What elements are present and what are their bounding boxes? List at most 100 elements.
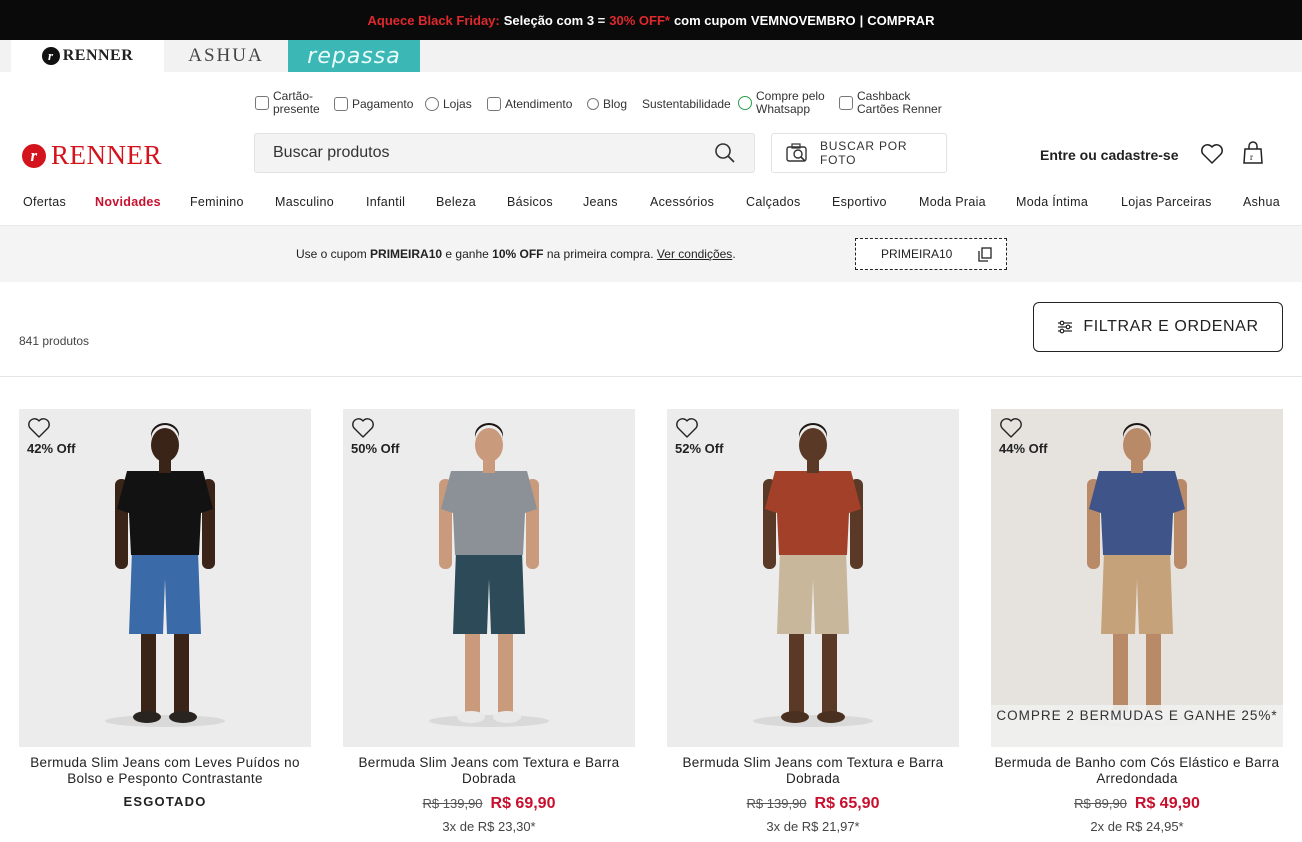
promo-highlight: Aquece Black Friday: [367, 12, 500, 28]
utility-pagamento[interactable]: Pagamento [334, 97, 413, 111]
nav-moda-praia[interactable]: Moda Praia [919, 195, 986, 209]
nav-masculino[interactable]: Masculino [275, 195, 334, 209]
favorite-heart-icon[interactable] [675, 417, 699, 439]
nav-lojas-parceiras[interactable]: Lojas Parceiras [1121, 195, 1212, 209]
brand-tab-ashua[interactable]: ASHUA [164, 40, 288, 72]
price-row: R$ 89,90 R$ 49,90 [991, 795, 1283, 813]
shopping-bag-icon[interactable]: r [1241, 141, 1265, 165]
product-card[interactable]: 52% Off Bermuda Slim Jeans com Textura e… [667, 409, 959, 834]
floor-shadow [753, 715, 873, 727]
product-name[interactable]: Bermuda Slim Jeans com Leves Puídos no B… [19, 755, 311, 787]
promo-text: Seleção com 3 = [503, 12, 606, 28]
copy-icon [978, 246, 992, 262]
installments: 2x de R$ 24,95* [1090, 819, 1184, 834]
discount-badge: 42% Off [27, 441, 76, 456]
nav-novidades[interactable]: Novidades [95, 195, 161, 209]
favorite-heart-icon[interactable] [999, 417, 1023, 439]
promo-code: VEMNOVEMBRO [750, 12, 856, 28]
search-icon[interactable] [714, 142, 736, 164]
installments: 3x de R$ 23,30* [442, 819, 536, 834]
product-card[interactable]: 42% Off Bermuda Slim Jeans com Leves Puí… [19, 409, 311, 809]
product-model-illustration [753, 423, 873, 727]
nav-ashua[interactable]: Ashua [1243, 195, 1280, 209]
photo-search-button[interactable]: BUSCAR POR FOTO [771, 133, 947, 173]
utility-sustentabilidade[interactable]: Sustentabilidade [642, 97, 731, 111]
coupon-banner: Use o cupom PRIMEIRA10 e ganhe 10% OFF n… [0, 226, 1302, 282]
floor-shadow [429, 715, 549, 727]
nav-jeans[interactable]: Jeans [583, 195, 618, 209]
nav-infantil[interactable]: Infantil [366, 195, 405, 209]
utility-blog[interactable]: Blog [587, 97, 627, 111]
nav-ofertas[interactable]: Ofertas [23, 195, 66, 209]
renner-logo-icon: r [22, 143, 46, 168]
coupon-discount: 10% OFF [492, 247, 544, 261]
coupon-dot: . [732, 247, 736, 261]
product-name[interactable]: Bermuda Slim Jeans com Textura e Barra D… [667, 755, 959, 787]
utility-atendimento[interactable]: Atendimento [487, 97, 572, 111]
right-shoe [169, 711, 197, 723]
favorite-heart-icon[interactable] [351, 417, 375, 439]
product-card[interactable]: 44% Off COMPRE 2 BERMUDAS E GANHE 25%* B… [991, 409, 1283, 834]
shirt [441, 471, 537, 555]
price-row: R$ 139,90 R$ 69,90 [343, 795, 635, 813]
promo-overlay: COMPRE 2 BERMUDAS E GANHE 25%* [991, 705, 1283, 747]
search-input[interactable] [273, 144, 714, 162]
promo-text-2: com cupom [673, 12, 747, 28]
floor-shadow [105, 715, 225, 727]
promo-separator: | [859, 12, 864, 28]
product-name[interactable]: Bermuda Slim Jeans com Textura e Barra D… [343, 755, 635, 787]
location-icon [425, 97, 439, 111]
price-row: R$ 139,90 R$ 65,90 [667, 795, 959, 813]
right-leg [174, 634, 189, 714]
filter-sort-label: FILTRAR E ORDENAR [1083, 318, 1259, 335]
filter-sort-button[interactable]: FILTRAR E ORDENAR [1033, 302, 1283, 352]
product-image[interactable]: 44% Off COMPRE 2 BERMUDAS E GANHE 25%* [991, 409, 1283, 747]
whatsapp-line-2: Whatsapp [756, 102, 811, 116]
nav-acessorios[interactable]: Acessórios [650, 195, 714, 209]
utility-blog-label: Blog [603, 97, 628, 111]
discount-badge: 52% Off [675, 441, 724, 456]
whatsapp-line-1: Compre pelo [756, 89, 825, 103]
copy-coupon-button[interactable]: PRIMEIRA10 [855, 238, 1007, 270]
sale-price: R$ 49,90 [1134, 795, 1200, 812]
login-link[interactable]: Entre ou cadastre-se [1040, 147, 1179, 163]
card-icon [839, 96, 853, 110]
nav-calcados[interactable]: Calçados [746, 195, 801, 209]
nav-feminino[interactable]: Feminino [190, 195, 244, 209]
utility-cashback[interactable]: Cashback Cartões Renner [839, 90, 942, 116]
utility-whatsapp[interactable]: Compre pelo Whatsapp [738, 90, 825, 116]
cartao-line-1: Cartão- [273, 89, 314, 103]
nav-moda-intima[interactable]: Moda Íntima [1016, 195, 1088, 209]
right-leg [822, 634, 837, 714]
nav-beleza[interactable]: Beleza [436, 195, 476, 209]
payment-icon [334, 97, 348, 111]
product-model-illustration [429, 423, 549, 727]
nav-basicos[interactable]: Básicos [507, 195, 553, 209]
utility-lojas[interactable]: Lojas [425, 97, 472, 111]
product-image[interactable]: 42% Off [19, 409, 311, 747]
head [151, 428, 179, 462]
product-card[interactable]: 50% Off Bermuda Slim Jeans com Textura e… [343, 409, 635, 834]
coupon-code-inline: PRIMEIRA10 [370, 247, 443, 261]
coupon-text-2: e ganhe [445, 247, 489, 261]
promo-cta[interactable]: COMPRAR [867, 13, 934, 28]
utility-links: Cartão- presente Pagamento Lojas Atendim… [0, 86, 1302, 122]
brand-tab-repassa[interactable]: repassa [288, 40, 420, 72]
sale-price: R$ 69,90 [490, 795, 556, 812]
product-image[interactable]: 52% Off [667, 409, 959, 747]
old-price: R$ 139,90 [422, 796, 483, 811]
promo-bar[interactable]: Aquece Black Friday: Seleção com 3 = 30%… [0, 0, 1302, 40]
renner-logo[interactable]: r RENNER [22, 140, 162, 171]
product-image[interactable]: 50% Off [343, 409, 635, 747]
shorts [777, 551, 849, 634]
sold-out-label: ESGOTADO [123, 794, 207, 809]
favorite-heart-icon[interactable] [27, 417, 51, 439]
nav-esportivo[interactable]: Esportivo [832, 195, 887, 209]
brand-tab-renner[interactable]: r RENNER [11, 40, 164, 72]
coupon-conditions-link[interactable]: Ver condições [657, 247, 732, 261]
gift-icon [255, 96, 269, 110]
wishlist-heart-icon[interactable] [1200, 143, 1224, 165]
product-name[interactable]: Bermuda de Banho com Cós Elástico e Barr… [991, 755, 1283, 787]
results-divider [0, 376, 1302, 377]
utility-cartao-presente[interactable]: Cartão- presente [255, 90, 320, 116]
